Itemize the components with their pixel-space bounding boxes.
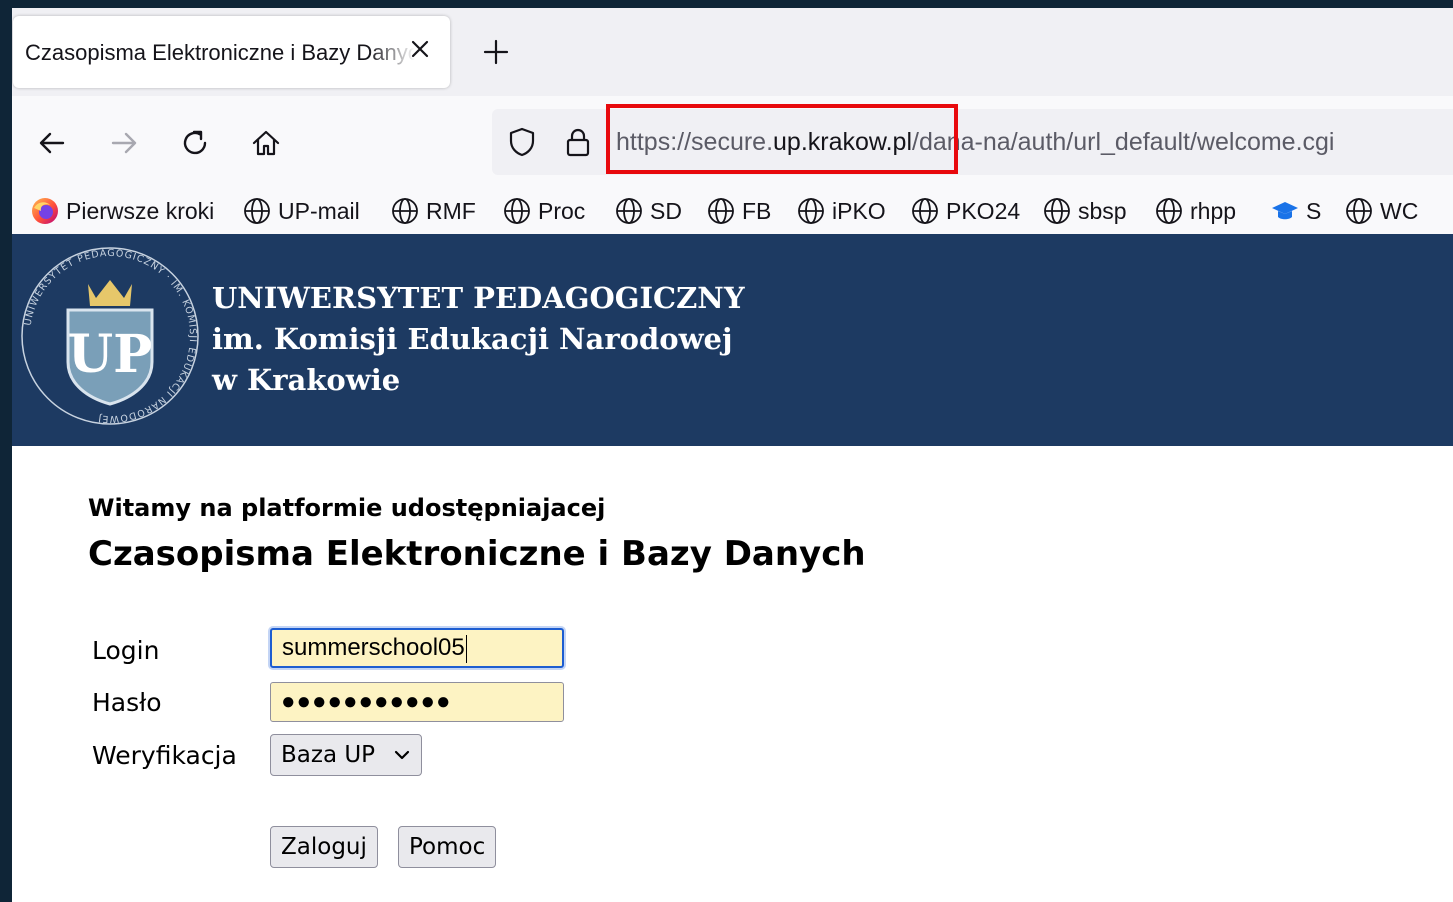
graduation-cap-icon [1272,202,1298,220]
bookmark-s[interactable]: S [1270,188,1321,234]
welcome-text: Witamy na platformie udostępniajacej [88,494,606,522]
login-page: Witamy na platformie udostępniajacej Cza… [12,446,1453,902]
forward-arrow-icon[interactable] [108,127,140,159]
bookmark-up-mail[interactable]: UP-mail [242,188,360,234]
shield-icon[interactable] [506,126,538,158]
logo-shield-text: UP [68,324,152,385]
university-city: w Krakowie [212,363,401,397]
bookmark-sbsp[interactable]: sbsp [1042,188,1127,234]
chevron-down-icon [394,750,410,760]
globe-icon [708,198,734,224]
bookmark-ipko[interactable]: iPKO [796,188,886,234]
bookmark-pierwsze-kroki[interactable]: Pierwsze kroki [30,188,214,234]
globe-icon [392,198,418,224]
globe-icon [1044,198,1070,224]
password-mask: ●●●●●●●●●●● [281,688,452,715]
browser-window: Czasopisma Elektroniczne i Bazy Danych h… [12,8,1453,902]
password-label: Hasło [92,688,162,717]
bookmark-label: sbsp [1078,197,1127,224]
globe-icon [504,198,530,224]
plus-icon[interactable] [482,38,510,66]
lock-icon[interactable] [562,126,594,158]
bookmark-pko24[interactable]: PKO24 [910,188,1020,234]
university-logo: UNIWERSYTET PEDAGOGICZNY · IM. KOMISJI E… [21,247,199,425]
bookmark-proc[interactable]: Proc [502,188,585,234]
university-header: UNIWERSYTET PEDAGOGICZNY · IM. KOMISJI E… [12,234,1453,446]
bookmarks-toolbar: Pierwsze kroki UP-mail RMF Proc SD FB iP… [12,188,1453,234]
bookmark-rhpp[interactable]: rhpp [1154,188,1236,234]
bookmark-rmf[interactable]: RMF [390,188,476,234]
globe-icon [244,198,270,224]
university-subtitle: im. Komisji Edukacji Narodowej [212,322,733,356]
firefox-icon [32,198,58,224]
bookmark-fb[interactable]: FB [706,188,771,234]
bookmark-wc[interactable]: WC [1344,188,1418,234]
login-button[interactable]: Zaloguj [270,826,378,868]
bookmark-label: SD [650,197,682,224]
text-caret [465,634,467,663]
help-button[interactable]: Pomoc [398,826,497,868]
bookmark-label: RMF [426,197,476,224]
tab-strip: Czasopisma Elektroniczne i Bazy Danych [12,8,1453,96]
globe-icon [912,198,938,224]
university-name: UNIWERSYTET PEDAGOGICZNY [212,281,745,315]
globe-icon [1346,198,1372,224]
verification-label: Weryfikacja [92,741,237,770]
bookmark-label: iPKO [832,197,886,224]
bookmark-label: S [1306,197,1322,224]
url-domain-highlight [606,104,958,174]
bookmark-label: WC [1380,197,1419,224]
bookmark-label: UP-mail [278,197,360,224]
password-input[interactable]: ●●●●●●●●●●● [270,682,564,722]
login-input[interactable]: summerschool05 [270,628,564,668]
page-title: Czasopisma Elektroniczne i Bazy Danych [88,534,866,574]
globe-icon [616,198,642,224]
tab-title: Czasopisma Elektroniczne i Bazy Danych [25,40,415,65]
bookmark-label: Proc [538,197,586,224]
verification-select[interactable]: Baza UP [270,734,422,776]
browser-tab[interactable]: Czasopisma Elektroniczne i Bazy Danych [13,16,450,88]
login-value: summerschool05 [282,634,465,661]
home-icon[interactable] [250,127,282,159]
bookmark-label: Pierwsze kroki [66,197,215,224]
bookmark-label: PKO24 [946,197,1021,224]
back-arrow-icon[interactable] [36,127,68,159]
close-icon[interactable] [407,36,433,62]
bookmark-label: rhpp [1190,197,1237,224]
bookmark-label: FB [742,197,772,224]
reload-icon[interactable] [180,127,212,159]
login-label: Login [92,636,160,665]
bookmark-sd[interactable]: SD [614,188,682,234]
globe-icon [798,198,824,224]
globe-icon [1156,198,1182,224]
verification-value: Baza UP [281,742,376,768]
